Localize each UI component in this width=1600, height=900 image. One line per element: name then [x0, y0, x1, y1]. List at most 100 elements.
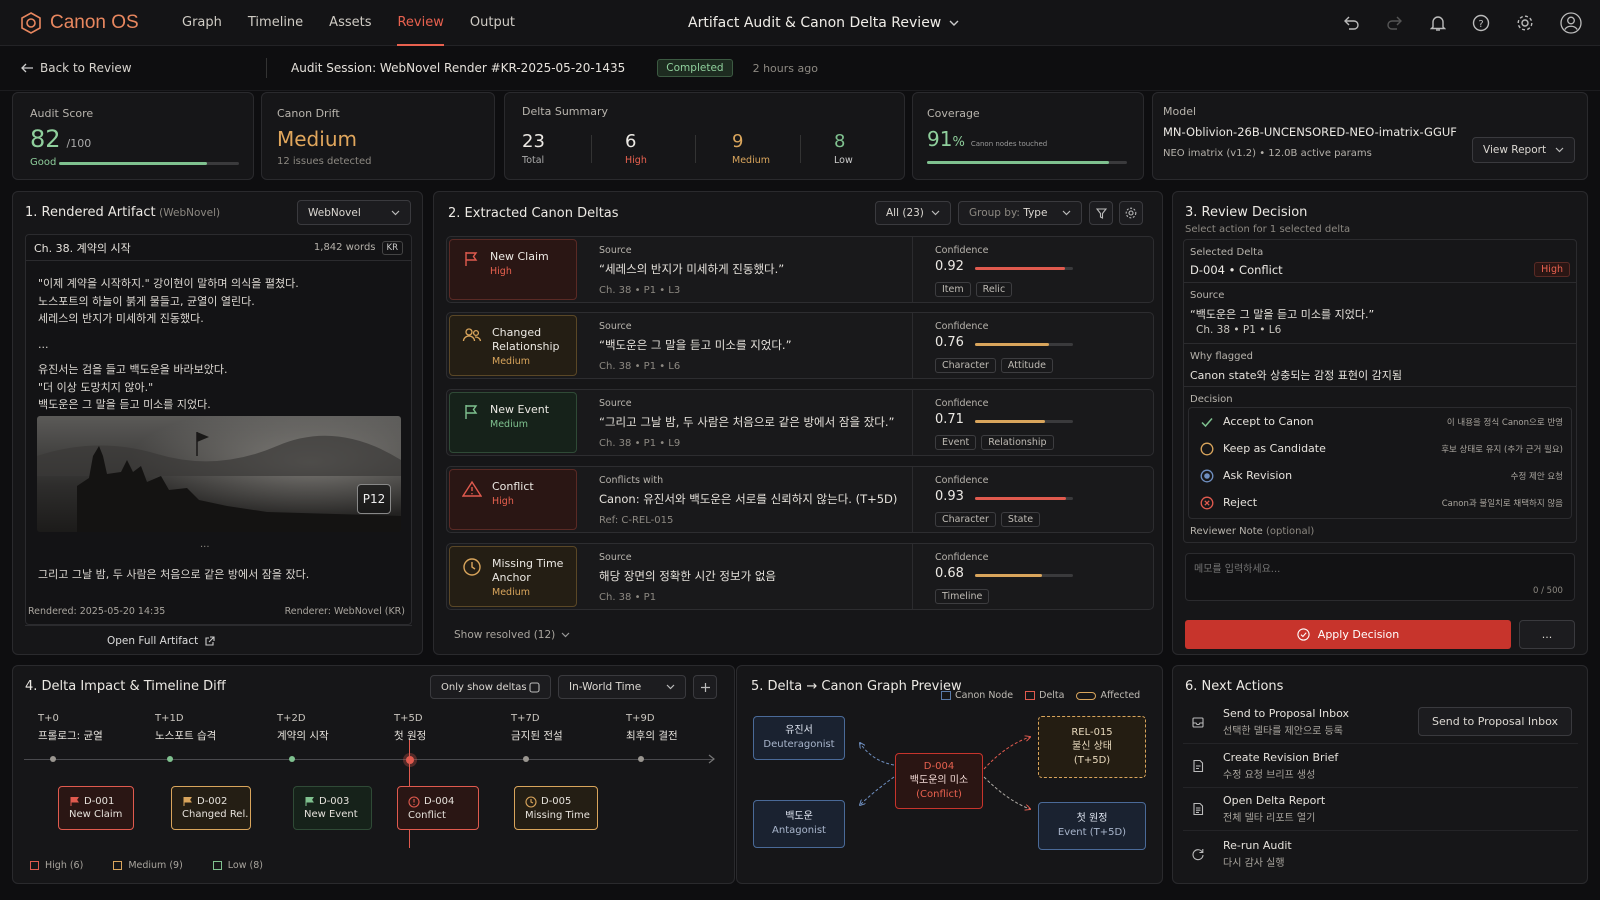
- timeline-delta-node[interactable]: D-001 New Claim: [58, 786, 134, 830]
- legend-high-label: High (6): [45, 860, 84, 871]
- decision-option[interactable]: Accept to Canon 이 내용을 정식 Canon으로 반영: [1189, 408, 1571, 435]
- undo-icon[interactable]: [1342, 15, 1360, 31]
- node-label: Changed Rel.: [182, 809, 249, 820]
- users-icon: [462, 326, 482, 344]
- tick-name: 계약의 시작: [277, 730, 329, 742]
- decision-option-label: Reject: [1223, 496, 1258, 509]
- text-line: 백도운은 그 말을 듣고 미소를 지었다.: [38, 398, 211, 411]
- more-options-button[interactable]: ...: [1519, 620, 1575, 649]
- gear-icon[interactable]: [1516, 14, 1534, 32]
- artifact-format-select[interactable]: WebNovel: [297, 200, 411, 225]
- reviewer-note-optional: (optional): [1265, 526, 1315, 537]
- source-quote: “세레스의 반지가 미세하게 진동했다.”: [599, 262, 785, 276]
- timeline-tick[interactable]: T+2D 계약의 시작: [277, 713, 329, 743]
- artifact-title: 1. Rendered Artifact: [25, 205, 156, 220]
- canon-node-yujinseo[interactable]: 유진서 Deuteragonist: [753, 716, 845, 760]
- timeline-delta-node[interactable]: D-004 Conflict: [397, 786, 479, 830]
- timeline-delta-node[interactable]: D-005 Missing Time: [514, 786, 598, 830]
- next-action-item[interactable]: Open Delta Report 전체 델타 리포트 열기: [1183, 788, 1578, 831]
- more-options-label: ...: [1541, 628, 1553, 641]
- filter-button[interactable]: [1089, 201, 1113, 225]
- brand[interactable]: Canon OS: [20, 12, 170, 34]
- nav-review[interactable]: Review: [397, 0, 444, 46]
- next-action-text: Re-run Audit 다시 감사 실행: [1223, 839, 1292, 869]
- delta-tags: Character State: [935, 512, 1045, 527]
- timeline-tick[interactable]: T+7D 금지된 전설: [511, 713, 563, 743]
- canon-node-baekdoun[interactable]: 백도운 Antagonist: [753, 800, 845, 848]
- divider: [591, 135, 592, 163]
- decision-option[interactable]: Reject Canon과 불일치로 채택하지 않음: [1189, 489, 1571, 516]
- top-bar: Canon OS Graph Timeline Assets Review Ou…: [0, 0, 1600, 46]
- tag-chip: State: [1000, 512, 1041, 527]
- tag-chip: Timeline: [935, 589, 990, 604]
- reviewer-note-input[interactable]: [1185, 553, 1575, 601]
- delta-row[interactable]: Missing Time Anchor Medium Source 해당 장면의 …: [446, 543, 1154, 610]
- nav-graph[interactable]: Graph: [182, 0, 222, 46]
- delta-row[interactable]: New Claim High Source “세레스의 반지가 미세하게 진동했다…: [446, 236, 1154, 303]
- redo-icon[interactable]: [1386, 15, 1404, 31]
- timeline-delta-node[interactable]: D-002 Changed Rel.: [171, 786, 251, 830]
- divider: [912, 390, 913, 455]
- timeline-tick[interactable]: T+5D 첫 원정: [394, 713, 426, 743]
- delta-medium: 9 Medium: [732, 131, 770, 166]
- divider: [912, 467, 913, 532]
- nav-timeline[interactable]: Timeline: [248, 0, 303, 46]
- page-title-dropdown[interactable]: Artifact Audit & Canon Delta Review: [688, 0, 959, 46]
- delta-row[interactable]: Conflict High Conflicts with Canon: 유진서와 …: [446, 466, 1154, 533]
- open-full-artifact-button[interactable]: Open Full Artifact: [107, 635, 215, 647]
- flag-icon: [182, 796, 193, 807]
- text-line: 유진서는 검을 들고 백도운을 바라보았다.: [38, 363, 228, 376]
- timeline-tick[interactable]: T+0 프롤로그: 균열: [38, 713, 103, 743]
- delta-type: Changed Relationship Medium: [449, 315, 577, 376]
- tag-chip: Character: [935, 358, 996, 373]
- decision-option[interactable]: Keep as Candidate 후보 상태로 유지 (추가 근거 필요): [1189, 435, 1571, 462]
- artifact-illustration[interactable]: P12: [37, 416, 401, 532]
- delta-filter-select[interactable]: All (23): [875, 201, 951, 225]
- show-resolved-toggle[interactable]: Show resolved (12): [454, 629, 570, 641]
- bell-icon[interactable]: [1430, 14, 1446, 32]
- send-to-proposal-inbox-button[interactable]: Send to Proposal Inbox: [1418, 707, 1572, 736]
- tag-chip: Relationship: [981, 435, 1054, 450]
- help-icon[interactable]: ?: [1472, 14, 1490, 32]
- image-page-tag[interactable]: P12: [357, 484, 391, 514]
- canon-node-event[interactable]: 첫 원정 Event (T+5D): [1038, 802, 1146, 850]
- timeline-tick[interactable]: T+1D 노스포트 습격: [155, 713, 216, 743]
- plus-icon: [700, 682, 711, 693]
- apply-decision-button[interactable]: Apply Decision: [1185, 620, 1511, 649]
- legend-low: Low (8): [212, 860, 263, 871]
- only-show-deltas-toggle[interactable]: Only show deltas: [430, 675, 551, 699]
- artifact-viewer: Ch. 38. 계약의 시작 1,842 words KR "이제 계약을 시작…: [25, 234, 412, 625]
- session-time: 2 hours ago: [752, 61, 818, 75]
- apply-decision-label: Apply Decision: [1317, 628, 1400, 641]
- next-action-item[interactable]: Re-run Audit 다시 감사 실행: [1183, 832, 1578, 875]
- delta-row[interactable]: Changed Relationship Medium Source “백도운은 …: [446, 312, 1154, 379]
- timeline-tick[interactable]: T+9D 최후의 결전: [626, 713, 678, 743]
- affected-node-rel015[interactable]: REL-015 불신 상태 (T+5D): [1038, 716, 1146, 778]
- add-button[interactable]: [693, 675, 717, 699]
- audit-score-label: Audit Score: [30, 107, 94, 120]
- timeline-delta-node[interactable]: D-003 New Event: [293, 786, 372, 830]
- time-mode-select[interactable]: In-World Time: [558, 675, 686, 699]
- user-avatar-icon[interactable]: [1560, 12, 1582, 34]
- nav-output[interactable]: Output: [470, 0, 515, 46]
- view-report-button[interactable]: View Report: [1472, 137, 1575, 163]
- check-circle-icon: [1297, 628, 1310, 641]
- delta-node-d004[interactable]: D-004 백도운의 미소 (Conflict): [895, 753, 983, 809]
- delta-type-label: New Claim: [490, 250, 549, 263]
- coverage-progress: [927, 161, 1127, 164]
- settings-button[interactable]: [1119, 201, 1143, 225]
- decision-option[interactable]: Ask Revision 수정 제안 요청: [1189, 462, 1571, 489]
- next-action-item[interactable]: Create Revision Brief 수정 요청 브리프 생성: [1183, 745, 1578, 788]
- view-report-label: View Report: [1483, 144, 1547, 156]
- timeline-dot: [167, 756, 173, 762]
- group-by-select[interactable]: Group by: Type: [958, 201, 1082, 225]
- delta-type-text: New Claim High: [490, 250, 549, 277]
- nav-assets[interactable]: Assets: [329, 0, 371, 46]
- confidence-bar-fill: [975, 574, 1042, 577]
- node-time: (T+5D): [1073, 755, 1111, 766]
- back-link[interactable]: Back to Review: [20, 61, 266, 75]
- timeline-dot: [406, 756, 414, 764]
- decision-options: Accept to Canon 이 내용을 정식 Canon으로 반영 Keep…: [1188, 407, 1572, 519]
- why-flagged-label: Why flagged: [1190, 351, 1253, 362]
- delta-row[interactable]: New Event Medium Source “그리고 그날 밤, 두 사람은 …: [446, 389, 1154, 456]
